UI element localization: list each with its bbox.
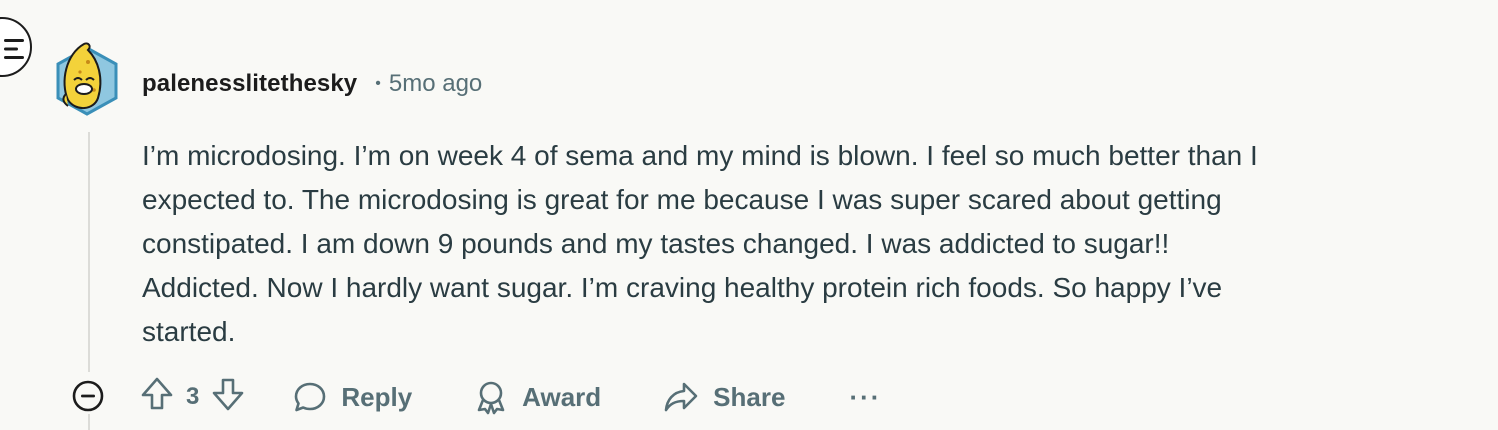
- comment-body-line: I’m microdosing. I’m on week 4 of sema a…: [142, 140, 1258, 171]
- more-options-button[interactable]: ···: [849, 382, 881, 413]
- collapse-icon: [72, 380, 104, 412]
- award-label: Award: [522, 381, 602, 412]
- thread-line-continuation: [88, 414, 90, 430]
- share-icon: [664, 382, 698, 412]
- meta-separator: •: [375, 75, 381, 92]
- more-options-label: ···: [849, 381, 882, 412]
- upvote-button[interactable]: [140, 376, 174, 419]
- comment-action-bar: 3 Reply Award Share ···: [140, 374, 881, 420]
- comment-body-line: started.: [142, 316, 236, 347]
- downvote-icon: [213, 378, 244, 410]
- avatar-icon: [56, 42, 118, 116]
- upvote-icon: [141, 377, 173, 409]
- vote-count: 3: [186, 383, 200, 410]
- comment-body-line: constipated. I am down 9 pounds and my t…: [142, 228, 1170, 259]
- vote-group: 3: [140, 376, 245, 419]
- avatar[interactable]: [54, 42, 120, 118]
- award-icon: [477, 381, 505, 415]
- comment-body-line: Addicted. Now I hardly want sugar. I’m c…: [142, 272, 1223, 303]
- reply-icon: [295, 382, 326, 412]
- timestamp[interactable]: 5mo ago: [389, 70, 482, 98]
- comment-meta: palenesslitethesky • 5mo ago: [142, 66, 482, 102]
- reply-label: Reply: [341, 381, 413, 412]
- share-button[interactable]: Share: [663, 380, 785, 414]
- comment-body: I’m microdosing. I’m on week 4 of sema a…: [142, 134, 1442, 354]
- username-link[interactable]: palenesslitethesky: [142, 70, 357, 98]
- downvote-button[interactable]: [211, 376, 245, 419]
- menu-icon: [4, 37, 26, 66]
- menu-button[interactable]: [0, 17, 32, 77]
- thread-line[interactable]: [88, 132, 90, 372]
- award-button[interactable]: Award: [474, 379, 601, 415]
- collapse-button[interactable]: [71, 379, 105, 413]
- comment-body-line: expected to. The microdosing is great fo…: [142, 184, 1222, 215]
- share-label: Share: [713, 381, 786, 412]
- reply-button[interactable]: Reply: [293, 380, 412, 414]
